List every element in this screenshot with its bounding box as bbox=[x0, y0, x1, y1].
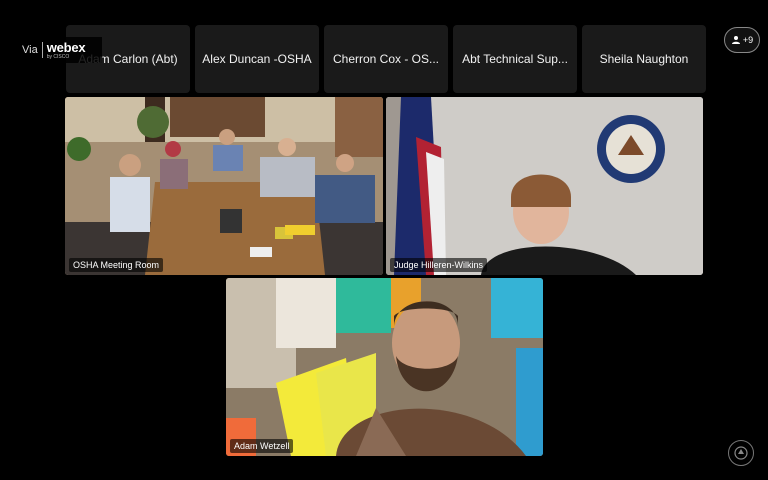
video-tile-judge[interactable]: Judge Hilleren-Wilkins bbox=[386, 97, 703, 275]
tile-name-label: Adam Wetzell bbox=[230, 439, 294, 453]
meeting-room-video bbox=[65, 97, 383, 275]
people-icon bbox=[731, 36, 740, 44]
participants-counter-button[interactable]: +9 bbox=[724, 27, 760, 53]
participant-name: Sheila Naughton bbox=[599, 52, 689, 66]
webex-logo: webex by CISCO bbox=[47, 41, 86, 60]
participant-strip: Adam Carlon (Abt) Alex Duncan -OSHA Cher… bbox=[66, 25, 706, 93]
participants-count: +9 bbox=[742, 35, 754, 45]
via-label: Via bbox=[22, 44, 38, 56]
cisco-logo-text: by CISCO bbox=[46, 53, 70, 60]
participant-tile-abt-technical[interactable]: Abt Technical Sup... bbox=[453, 25, 577, 93]
video-tile-adam-wetzell[interactable]: Adam Wetzell bbox=[226, 278, 543, 456]
participant-name: Alex Duncan -OSHA bbox=[202, 52, 312, 66]
participant-tile-sheila-naughton[interactable]: Sheila Naughton bbox=[582, 25, 706, 93]
seal-icon bbox=[728, 440, 754, 466]
tile-name-label: OSHA Meeting Room bbox=[69, 258, 164, 272]
webex-watermark: Via webex by CISCO bbox=[16, 37, 102, 63]
participant-tile-cherron-cox[interactable]: Cherron Cox - OS... bbox=[324, 25, 448, 93]
participant-name: Cherron Cox - OS... bbox=[332, 52, 440, 66]
tile-name-label: Judge Hilleren-Wilkins bbox=[390, 258, 488, 272]
participant-tile-alex-duncan[interactable]: Alex Duncan -OSHA bbox=[195, 25, 319, 93]
video-tile-meeting-room[interactable]: OSHA Meeting Room bbox=[65, 97, 383, 275]
webex-logo-text: webex bbox=[46, 39, 86, 55]
adam-video bbox=[226, 278, 543, 456]
brand-divider bbox=[41, 42, 43, 58]
participant-name: Abt Technical Sup... bbox=[462, 52, 568, 66]
judge-video bbox=[386, 97, 703, 275]
